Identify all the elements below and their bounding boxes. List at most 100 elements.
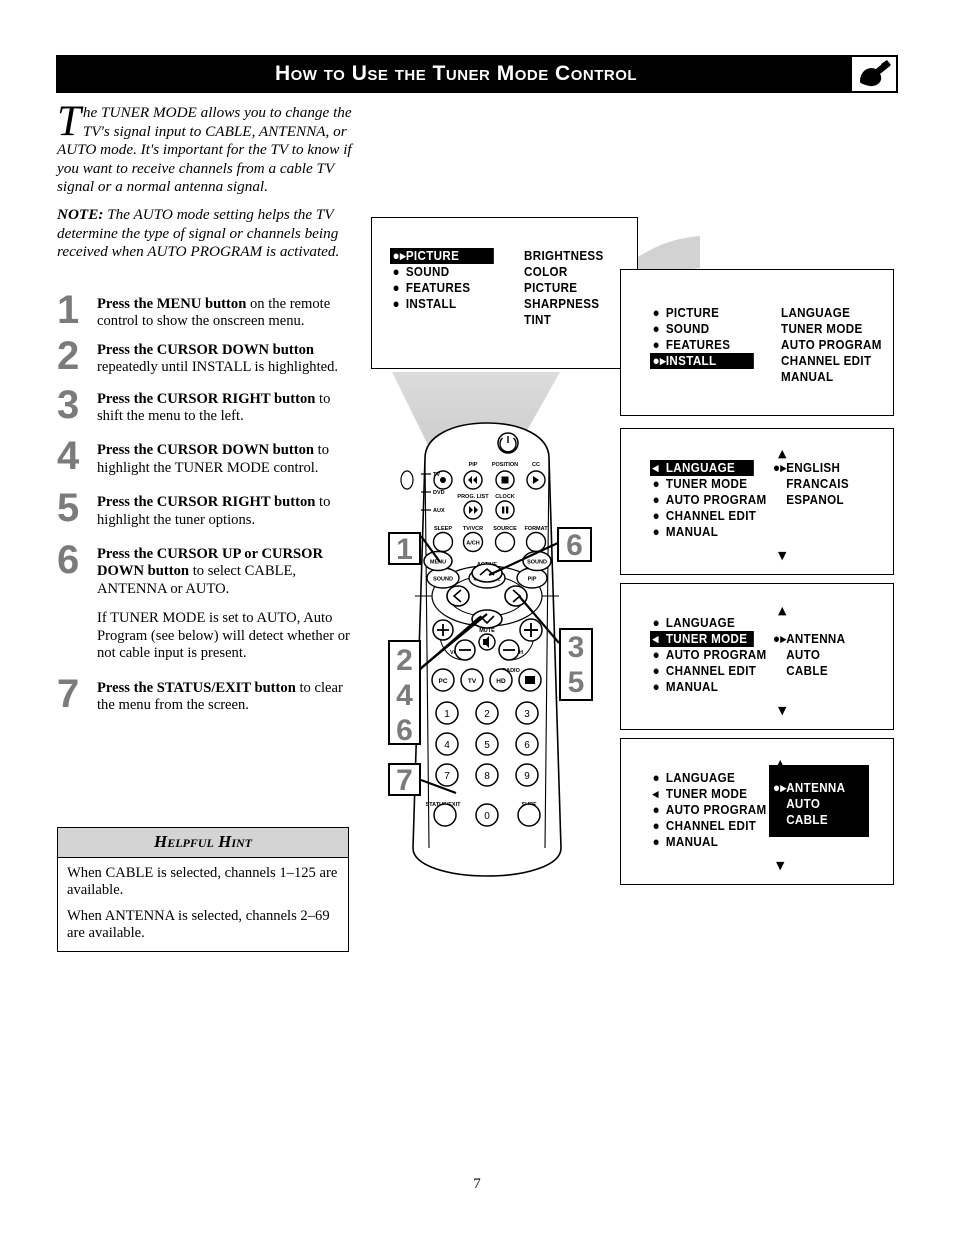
surf-button[interactable] bbox=[517, 803, 541, 827]
menu-item-tuner-mode[interactable]: ◂ TUNER MODE bbox=[650, 631, 754, 647]
status-exit-button[interactable] bbox=[433, 803, 457, 827]
option-item[interactable]: FRANCAIS bbox=[773, 476, 849, 492]
menu-item-features[interactable]: ● FEATURES bbox=[650, 337, 754, 353]
callout-number: 6 bbox=[566, 529, 583, 562]
submenu-item[interactable]: BRIGHTNESS bbox=[524, 248, 604, 264]
menu-item-auto-program[interactable]: ● AUTO PROGRAM bbox=[650, 647, 767, 663]
option-item-selected[interactable]: ●▸ANTENNA bbox=[773, 780, 845, 796]
cursor-up-button[interactable] bbox=[471, 563, 503, 583]
channel-up-button[interactable] bbox=[519, 618, 543, 642]
scroll-down-icon[interactable]: ▼ bbox=[776, 860, 784, 871]
menu-item-label: TUNER MODE bbox=[665, 476, 748, 491]
bullet-icon: ● bbox=[652, 647, 661, 662]
menu-item-manual[interactable]: ● MANUAL bbox=[650, 524, 754, 540]
option-label: CABLE bbox=[786, 812, 828, 827]
key-8[interactable]: 8 bbox=[484, 771, 490, 782]
menu-item-picture[interactable]: ●▸PICTURE bbox=[390, 248, 494, 264]
option-item[interactable]: AUTO bbox=[773, 647, 845, 663]
menu-item-tuner-mode[interactable]: ● TUNER MODE bbox=[650, 476, 754, 492]
scroll-up-icon[interactable]: ▲ bbox=[778, 605, 786, 616]
submenu-item[interactable]: TINT bbox=[524, 312, 604, 328]
submenu-item[interactable]: PICTURE bbox=[524, 280, 604, 296]
menu-item-install[interactable]: ●▸INSTALL bbox=[650, 353, 754, 369]
menu-item-auto-program[interactable]: ● AUTO PROGRAM bbox=[650, 802, 767, 818]
option-item-selected[interactable]: ●▸ANTENNA bbox=[773, 631, 845, 647]
menu-item-sound[interactable]: ● SOUND bbox=[650, 321, 754, 337]
submenu-item[interactable]: MANUAL bbox=[781, 369, 882, 385]
submenu-item[interactable]: LANGUAGE bbox=[781, 305, 882, 321]
logo-glyph bbox=[860, 60, 891, 87]
key-6[interactable]: 6 bbox=[524, 740, 530, 751]
scroll-up-icon[interactable]: ▲ bbox=[778, 448, 786, 459]
bullet-icon: ● bbox=[652, 679, 661, 694]
step-item: 4 Press the CURSOR DOWN button to highli… bbox=[57, 436, 357, 477]
key-1[interactable]: 1 bbox=[444, 709, 450, 720]
callout-number: 2 bbox=[396, 644, 413, 677]
step-bold: Press the CURSOR DOWN button bbox=[97, 442, 315, 459]
cursor-left-button[interactable] bbox=[446, 585, 470, 607]
label-pip: PIP bbox=[469, 462, 478, 468]
label-tv: TV bbox=[468, 678, 477, 685]
volume-down-button[interactable] bbox=[454, 639, 476, 661]
mute-button[interactable] bbox=[478, 633, 496, 651]
option-label: ESPANOL bbox=[786, 492, 844, 507]
submenu-item[interactable]: AUTO PROGRAM bbox=[781, 337, 882, 353]
option-item[interactable]: AUTO bbox=[773, 796, 845, 812]
menu-item-language[interactable]: ● LANGUAGE bbox=[650, 770, 754, 786]
callout-number: 1 bbox=[396, 533, 413, 566]
cursor-right-button[interactable] bbox=[504, 585, 528, 607]
menu-item-auto-program[interactable]: ● AUTO PROGRAM bbox=[650, 492, 767, 508]
menu-item-channel-edit[interactable]: ● CHANNEL EDIT bbox=[650, 663, 756, 679]
menu-item-language[interactable]: ● LANGUAGE bbox=[650, 615, 754, 631]
selected-indicator-icon: ●▸ bbox=[652, 353, 667, 368]
submenu-item[interactable]: CHANNEL EDIT bbox=[781, 353, 882, 369]
menu-item-picture[interactable]: ● PICTURE bbox=[650, 305, 754, 321]
key-7[interactable]: 7 bbox=[444, 771, 450, 782]
volume-up-button[interactable] bbox=[432, 619, 454, 641]
step-text: Press the CURSOR DOWN button to highligh… bbox=[97, 442, 357, 477]
option-item[interactable]: CABLE bbox=[773, 812, 845, 828]
key-9[interactable]: 9 bbox=[524, 771, 530, 782]
bullet-icon: ● bbox=[652, 492, 661, 507]
step-extra: If TUNER MODE is set to AUTO, Auto Progr… bbox=[97, 610, 350, 662]
key-0[interactable]: 0 bbox=[484, 811, 490, 822]
menu-item-tuner-mode[interactable]: ◂ TUNER MODE bbox=[650, 786, 754, 802]
menu-item-manual[interactable]: ● MANUAL bbox=[650, 834, 754, 850]
menu-options-column: ●▸ENGLISH FRANCAIS ESPANOL bbox=[773, 460, 859, 508]
menu-item-channel-edit[interactable]: ● CHANNEL EDIT bbox=[650, 818, 756, 834]
channel-down-button[interactable] bbox=[498, 639, 520, 661]
sound-button[interactable]: SOUND bbox=[522, 550, 552, 572]
submenu-item[interactable]: SHARPNESS bbox=[524, 296, 604, 312]
menu-item-manual[interactable]: ● MANUAL bbox=[650, 679, 754, 695]
scroll-down-icon[interactable]: ▼ bbox=[778, 705, 786, 716]
menu-button[interactable]: MENU bbox=[423, 550, 453, 572]
menu-item-channel-edit[interactable]: ● CHANNEL EDIT bbox=[650, 508, 757, 524]
key-4[interactable]: 4 bbox=[444, 740, 450, 751]
key-2[interactable]: 2 bbox=[484, 709, 490, 720]
cursor-down-button[interactable] bbox=[471, 609, 503, 629]
bullet-icon: ● bbox=[652, 337, 661, 352]
scroll-down-icon[interactable]: ▼ bbox=[778, 550, 786, 561]
label-mute: MUTE bbox=[479, 628, 495, 634]
note-label: NOTE: bbox=[57, 205, 104, 223]
menu-right-column: BRIGHTNESS COLOR PICTURE SHARPNESS TINT bbox=[524, 248, 614, 328]
intro-text: The TUNER MODE allows you to change the … bbox=[57, 100, 362, 271]
submenu-item[interactable]: COLOR bbox=[524, 264, 604, 280]
menu-item-label: CHANNEL EDIT bbox=[665, 508, 757, 523]
option-item-selected[interactable]: ●▸ENGLISH bbox=[773, 460, 849, 476]
menu-options-column: ●▸ANTENNA AUTO CABLE bbox=[773, 780, 855, 828]
submenu-item[interactable]: TUNER MODE bbox=[781, 321, 882, 337]
power-button[interactable] bbox=[497, 432, 519, 454]
menu-item-sound[interactable]: ● SOUND bbox=[390, 264, 494, 280]
option-item[interactable]: CABLE bbox=[773, 663, 845, 679]
step-number: 1 bbox=[57, 288, 80, 332]
menu-item-install[interactable]: ● INSTALL bbox=[390, 296, 494, 312]
key-3[interactable]: 3 bbox=[524, 709, 530, 720]
option-item[interactable]: ESPANOL bbox=[773, 492, 849, 508]
label-format: FORMAT bbox=[524, 526, 548, 532]
menu-item-language[interactable]: ◂ LANGUAGE bbox=[650, 460, 754, 476]
bullet-icon: ● bbox=[652, 524, 661, 539]
steps-list: 1 Press the MENU button on the remote co… bbox=[57, 290, 357, 725]
menu-item-features[interactable]: ● FEATURES bbox=[390, 280, 494, 296]
key-5[interactable]: 5 bbox=[484, 740, 490, 751]
